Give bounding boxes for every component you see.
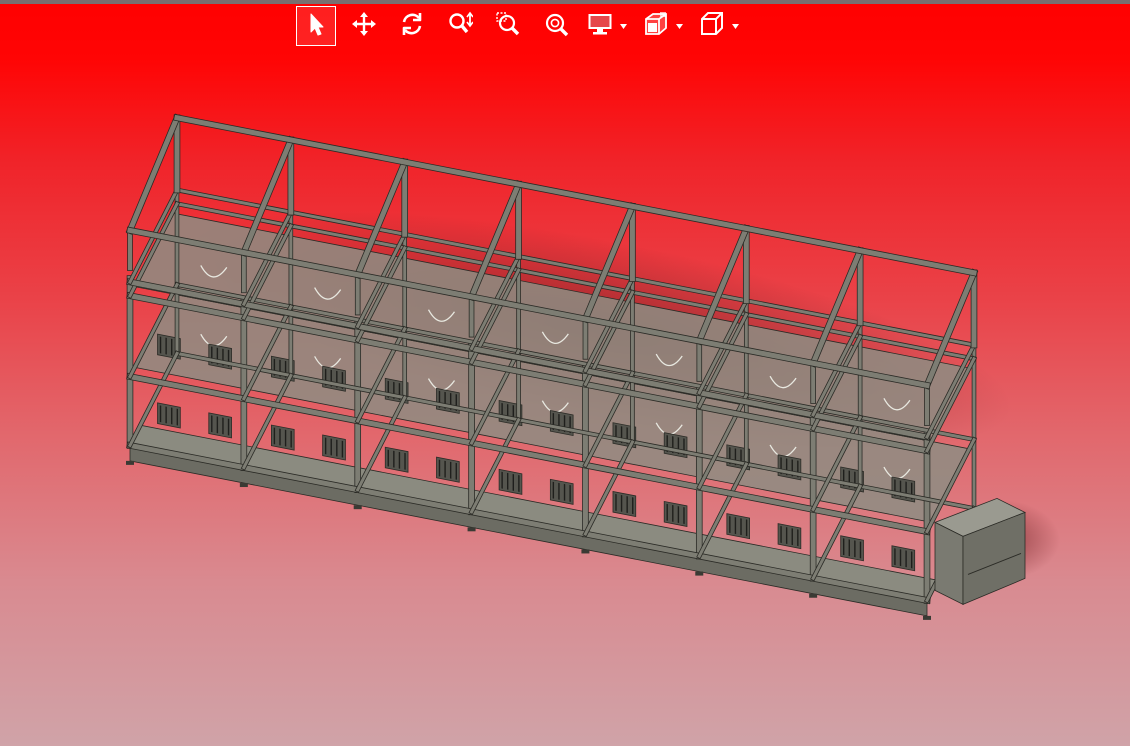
3d-viewport[interactable] <box>0 0 1130 746</box>
leveling-foot <box>353 505 362 510</box>
leveling-foot <box>923 615 931 620</box>
leveling-foot <box>126 460 134 465</box>
leveling-foot <box>809 593 818 598</box>
cad-model-view <box>125 113 1060 620</box>
leveling-foot <box>581 549 590 554</box>
control-box-side <box>934 521 964 606</box>
machine-assembly <box>125 113 1026 620</box>
leveling-foot <box>467 527 476 532</box>
leveling-foot <box>239 483 248 488</box>
leveling-foot <box>695 571 704 576</box>
